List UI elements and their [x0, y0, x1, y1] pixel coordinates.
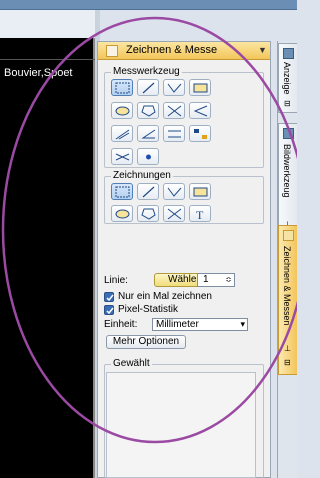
cross-lines-icon	[167, 208, 182, 220]
measure-diagonal-tool[interactable]	[111, 125, 133, 142]
draw-ellipse-tool[interactable]	[111, 205, 133, 222]
side-tab-bar: Anzeige ⊟ Bildwerkzeug ⊥ ⊟ Zeichnen & Me…	[277, 41, 297, 478]
image-viewer[interactable]: Bouvier,Spoet	[0, 38, 95, 478]
line-label: Linie:	[104, 275, 128, 286]
unit-select[interactable]: Millimeter ▾	[152, 318, 248, 331]
measure-group-title: Messwerkzeug	[111, 66, 182, 77]
draw-line-tool[interactable]	[137, 183, 159, 200]
measure-cross2-tool[interactable]	[111, 148, 133, 165]
polygon-icon	[141, 105, 156, 117]
pixel-stats-label: Pixel-Statistik	[118, 304, 179, 315]
app-window: Bouvier,Spoet Zeichnen & Messe ▼ Messwer…	[0, 0, 297, 478]
measure-line-tool[interactable]	[137, 79, 159, 96]
selected-group-title: Gewählt	[111, 358, 152, 369]
polyline-icon	[167, 83, 182, 93]
pin-icon[interactable]: ⊥	[284, 344, 291, 353]
line-width-stepper[interactable]: 1 ≎	[197, 273, 235, 287]
stepper-arrows-icon[interactable]: ≎	[225, 274, 232, 286]
measure-angle-tool[interactable]	[189, 102, 211, 119]
measure-panel: Zeichnen & Messe ▼ Messwerkzeug Zeichnun…	[97, 41, 271, 478]
angle-icon	[193, 105, 208, 117]
svg-text:T: T	[196, 208, 204, 221]
unit-value: Millimeter	[156, 319, 199, 330]
grid-icon	[194, 129, 207, 139]
chevron-down-icon[interactable]: ▾	[240, 319, 245, 330]
measure-tools-group: Messwerkzeug	[104, 66, 264, 168]
measure-ellipse-tool[interactable]	[111, 102, 133, 119]
draw-polyline-tool[interactable]	[163, 183, 185, 200]
diagonal-lines-icon	[115, 129, 130, 140]
measure-rect-tool[interactable]	[189, 79, 211, 96]
drawing-group-title: Zeichnungen	[111, 170, 173, 181]
window-icon[interactable]: ⊟	[284, 358, 291, 367]
rectangle-icon	[193, 83, 208, 93]
draw-select-tool[interactable]	[111, 183, 133, 200]
chevron-down-icon[interactable]: ▼	[258, 45, 267, 55]
check-icon	[106, 307, 114, 315]
line-width-value: 1	[203, 274, 209, 285]
text-icon: T	[196, 208, 204, 221]
panel-header[interactable]: Zeichnen & Messe ▼	[98, 42, 270, 60]
divider	[0, 59, 95, 60]
point-icon	[146, 154, 151, 160]
polyline-icon	[167, 187, 182, 197]
tab-bildwerkzeug-label: Bildwerkzeug	[282, 144, 292, 198]
rectangle-icon	[193, 187, 208, 197]
display-icon	[283, 48, 294, 59]
panel-title: Zeichnen & Messe	[126, 44, 218, 56]
line-icon	[142, 186, 155, 198]
tab-zeichnen-messen[interactable]: Zeichnen & Messen ⊥ ⊟	[278, 225, 297, 375]
tab-zeichnen-messen-label: Zeichnen & Messen	[282, 246, 292, 326]
tab-strip	[0, 10, 95, 38]
title-bar	[0, 0, 297, 10]
cross-measure-icon	[115, 153, 130, 161]
select-rect-icon	[115, 186, 130, 198]
image-tool-icon	[283, 128, 294, 139]
measure-point-tool[interactable]	[137, 148, 159, 165]
parallel-lines-icon	[168, 130, 181, 138]
pixel-stats-checkbox[interactable]	[104, 305, 114, 315]
draw-once-label: Nur ein Mal zeichnen	[118, 291, 212, 302]
measure-grid-tool[interactable]	[189, 125, 211, 142]
panel-icon	[106, 45, 118, 57]
draw-cross-tool[interactable]	[163, 205, 185, 222]
angle-measure-icon	[141, 129, 156, 139]
pin-icon[interactable]: ⊟	[284, 99, 291, 108]
draw-once-checkbox[interactable]	[104, 292, 114, 302]
check-icon	[106, 294, 114, 302]
measure-polygon-tool[interactable]	[137, 102, 159, 119]
draw-polygon-tool[interactable]	[137, 205, 159, 222]
ellipse-icon	[115, 106, 130, 116]
drawing-tools-group: Zeichnungen T	[104, 170, 264, 224]
draw-rect-tool[interactable]	[189, 183, 211, 200]
line-icon	[142, 82, 155, 94]
measure-angle2-tool[interactable]	[137, 125, 159, 142]
unit-label: Einheit:	[104, 319, 138, 330]
measure-parallel-tool[interactable]	[163, 125, 185, 142]
measure-polyline-tool[interactable]	[163, 79, 185, 96]
select-rect-tool[interactable]	[111, 79, 133, 96]
tab-anzeige-label: Anzeige	[282, 62, 292, 95]
more-options-button[interactable]: Mehr Optionen	[106, 335, 186, 349]
measure-cross-tool[interactable]	[163, 102, 185, 119]
cross-lines-icon	[167, 105, 182, 117]
draw-text-tool[interactable]: T	[189, 205, 211, 222]
draw-measure-icon	[283, 230, 294, 241]
select-rect-icon	[115, 82, 130, 94]
ellipse-icon	[115, 209, 130, 219]
selected-items-list[interactable]	[106, 372, 256, 478]
tab-anzeige[interactable]: Anzeige ⊟	[278, 43, 297, 113]
polygon-icon	[141, 208, 156, 220]
document-tab-title[interactable]: Bouvier,Spoet	[4, 67, 73, 79]
